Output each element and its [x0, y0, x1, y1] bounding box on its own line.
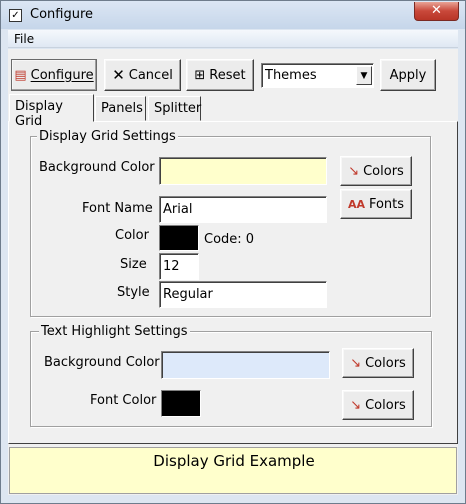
th-background-color-field[interactable]	[161, 351, 330, 379]
th-font-colors-button[interactable]: ↘ Colors	[342, 390, 414, 420]
title-bar[interactable]: ✓ Configure ✕	[1, 1, 465, 29]
color-code-text: Code: 0	[204, 232, 255, 247]
themes-dropdown-value: Themes	[265, 68, 317, 83]
th-colors-button-label: Colors	[365, 355, 406, 371]
color-picker-icon: ↘	[348, 163, 360, 179]
themes-dropdown[interactable]: Themes ▼	[261, 63, 374, 88]
th-font-colors-button-label: Colors	[365, 397, 406, 413]
cancel-button[interactable]: ✕ Cancel	[104, 59, 181, 91]
reset-button-label: Reset	[209, 67, 246, 83]
size-field[interactable]: 12	[159, 253, 199, 280]
font-color-label: Color	[115, 228, 149, 243]
tab-display-grid[interactable]: Display Grid	[9, 94, 94, 129]
apply-button-label: Apply	[389, 67, 427, 83]
size-label: Size	[120, 257, 147, 272]
fonts-icon: AA	[347, 197, 365, 211]
style-field[interactable]: Regular	[159, 281, 327, 308]
cancel-button-label: Cancel	[128, 67, 173, 83]
font-name-field[interactable]: Arial	[159, 196, 327, 223]
menu-file[interactable]: File	[14, 32, 34, 46]
text-highlight-settings-title: Text Highlight Settings	[39, 324, 190, 339]
x-icon: ✕	[112, 65, 125, 84]
close-button[interactable]: ✕	[414, 2, 459, 21]
font-name-label: Font Name	[82, 201, 153, 216]
menu-bar: File	[8, 30, 458, 48]
tab-panels[interactable]: Panels	[95, 96, 146, 121]
th-font-color-swatch[interactable]	[161, 390, 201, 417]
window-title: Configure	[30, 7, 94, 22]
example-text: Display Grid Example	[153, 452, 315, 470]
configure-button-label: Configure	[30, 67, 94, 83]
th-font-color-label: Font Color	[90, 393, 157, 408]
dg-background-color-field[interactable]	[159, 157, 327, 185]
color-picker-icon: ↘	[350, 397, 362, 413]
th-colors-button[interactable]: ↘ Colors	[342, 348, 414, 378]
color-picker-icon: ↘	[350, 355, 362, 371]
display-grid-settings-title: Display Grid Settings	[37, 129, 178, 144]
display-grid-example: Display Grid Example	[9, 447, 457, 494]
chevron-down-icon[interactable]: ▼	[356, 66, 372, 85]
fonts-button-label: Fonts	[368, 196, 405, 212]
reset-button[interactable]: ⊞ Reset	[186, 59, 254, 91]
dg-colors-button[interactable]: ↘ Colors	[340, 156, 412, 186]
dg-colors-button-label: Colors	[363, 163, 404, 179]
configure-icon: ▤	[14, 67, 27, 83]
fonts-button[interactable]: AA Fonts	[340, 189, 412, 219]
style-label: Style	[117, 285, 150, 300]
dg-background-color-label: Background Color	[39, 160, 155, 175]
apply-button[interactable]: Apply	[380, 59, 436, 91]
configure-button[interactable]: ▤ Configure	[11, 59, 97, 91]
font-color-swatch[interactable]	[159, 225, 199, 251]
reset-icon: ⊞	[194, 67, 206, 83]
tab-splitter[interactable]: Splitter	[148, 96, 201, 121]
th-background-color-label: Background Color	[44, 355, 160, 370]
checkbox-icon: ✓	[9, 9, 22, 22]
